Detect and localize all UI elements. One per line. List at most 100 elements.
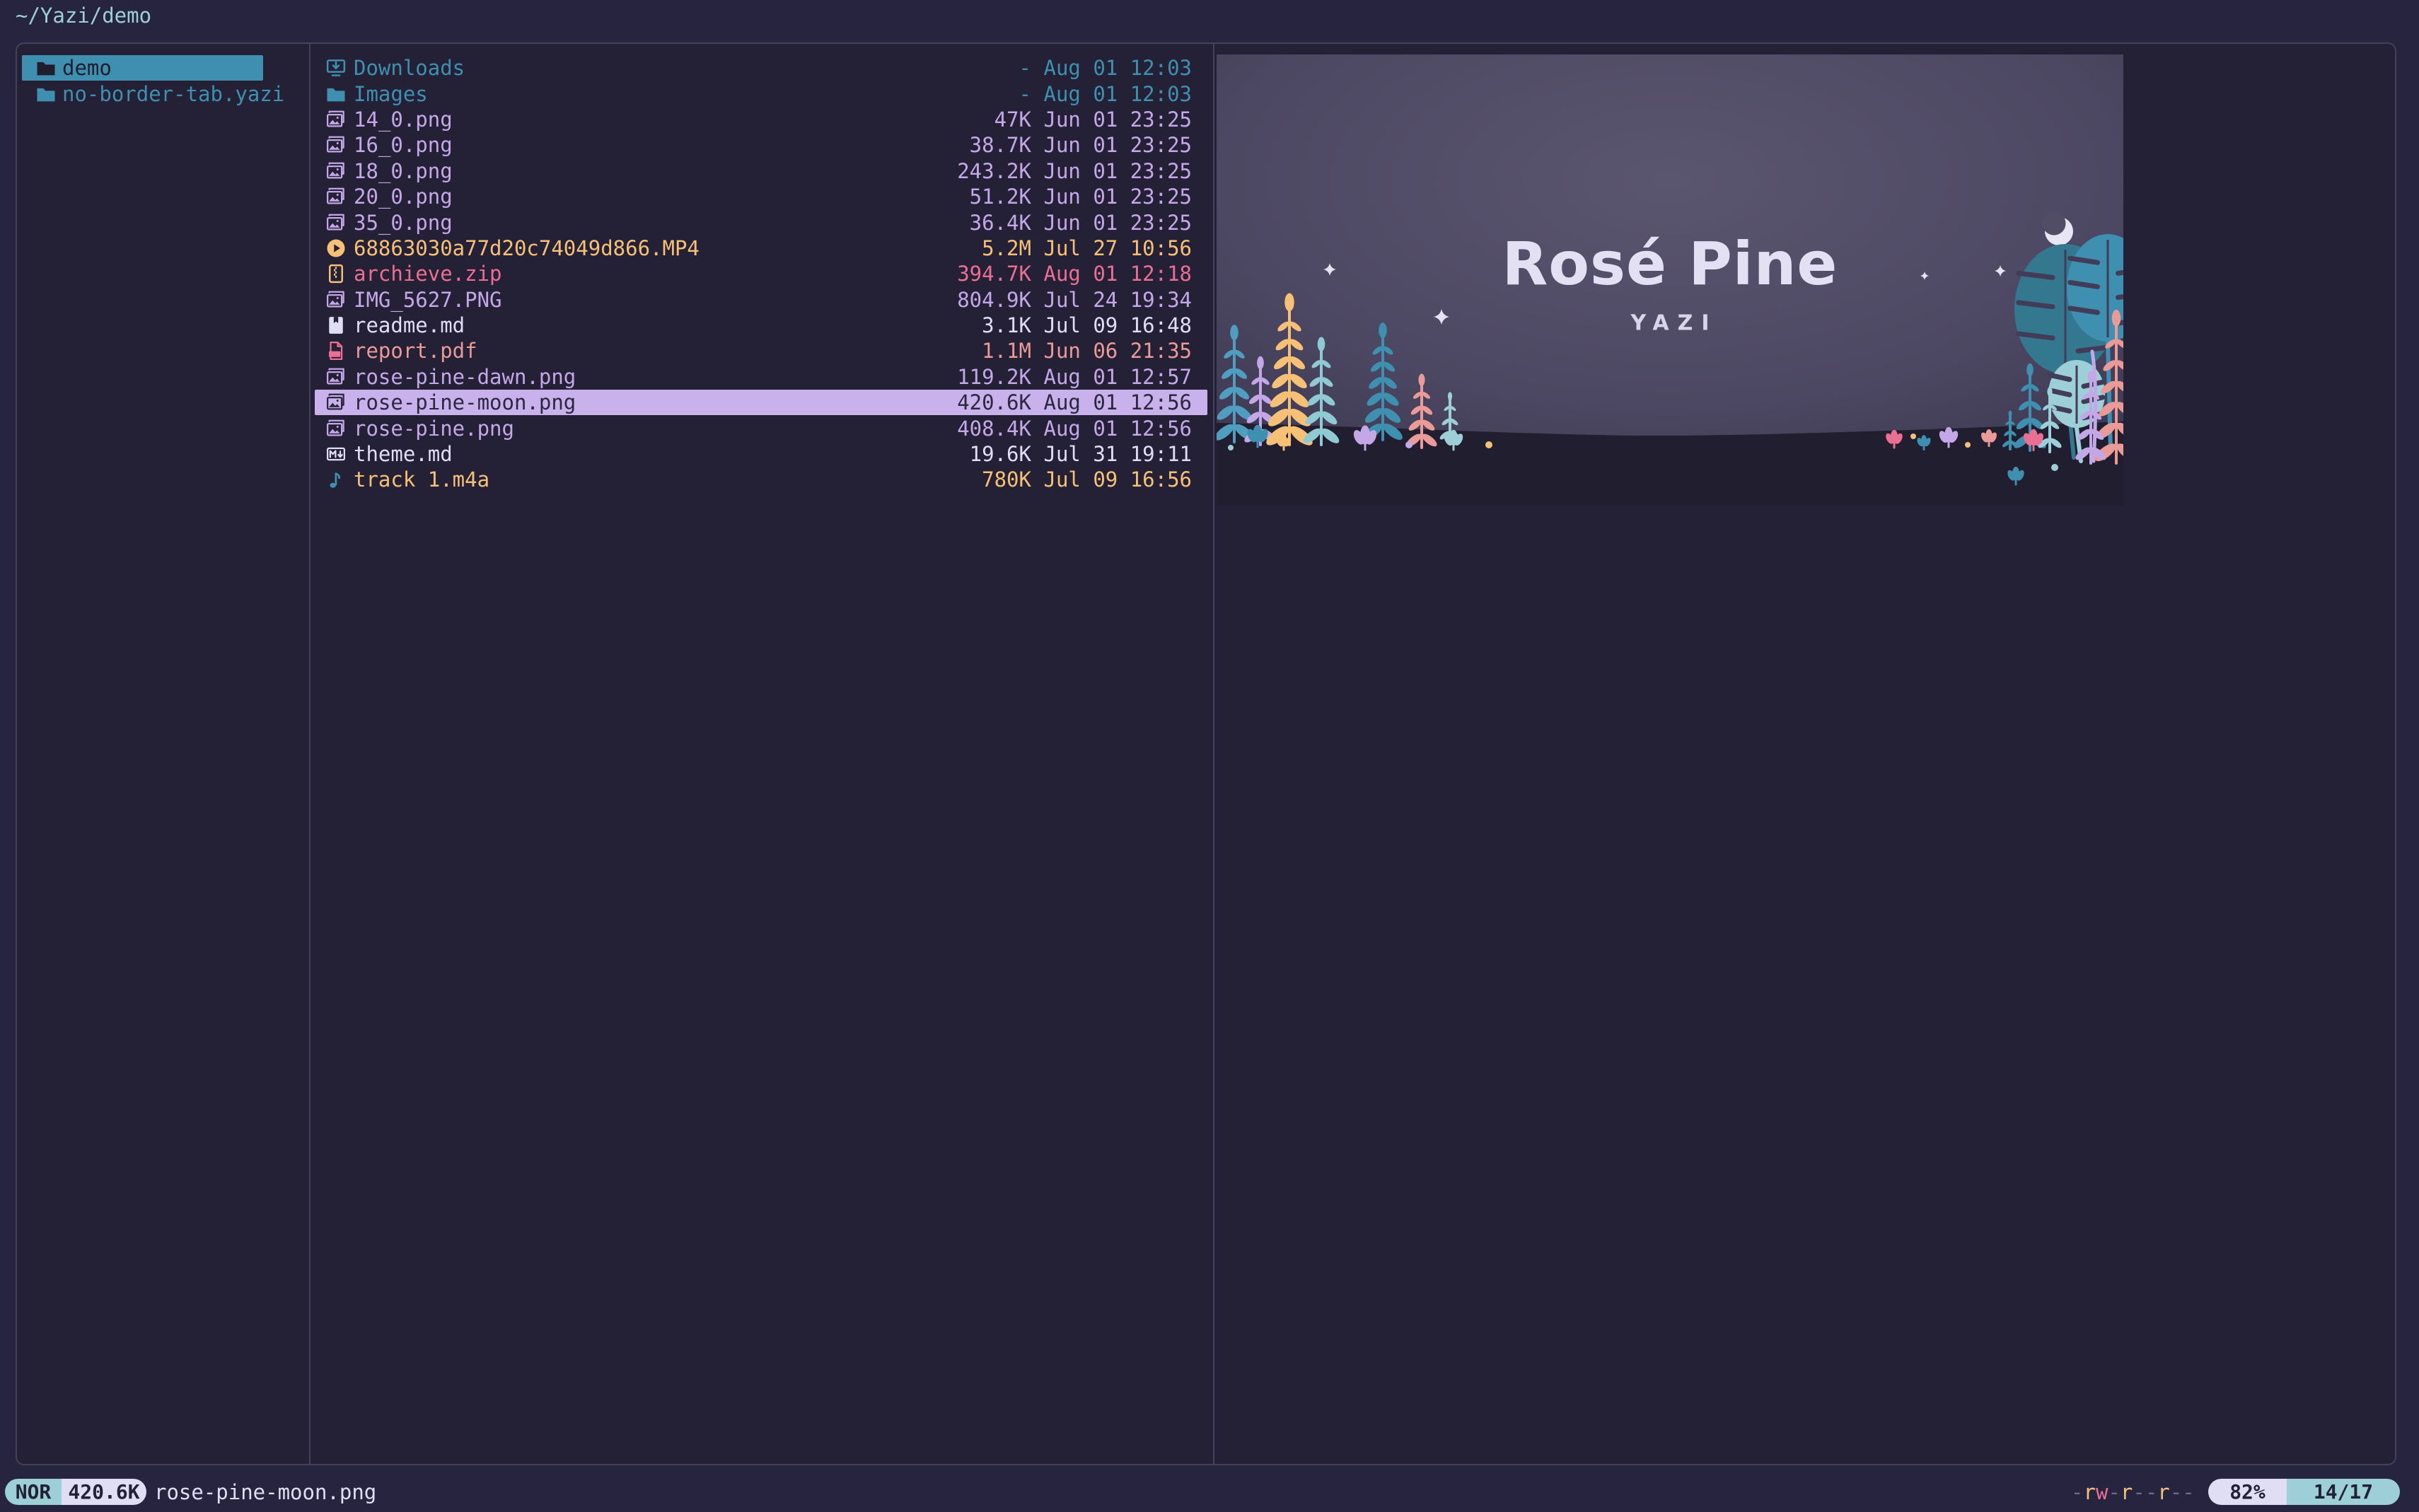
file-date: Aug 01 12:18 xyxy=(1043,262,1192,286)
file-size: 3.1K xyxy=(982,313,1031,337)
file-size: 1.1M xyxy=(982,339,1031,363)
folder-icon xyxy=(35,57,57,78)
file-name: rose-pine.png xyxy=(354,417,957,441)
file-name: rose-pine-moon.png xyxy=(354,390,957,414)
file-date: Jul 31 19:11 xyxy=(1043,442,1192,466)
file-date: Jun 01 23:25 xyxy=(1043,133,1192,157)
file-date: Jul 09 16:56 xyxy=(1043,467,1192,492)
file-date: Aug 01 12:56 xyxy=(1043,417,1192,441)
mode-pill: NOR 420.6K xyxy=(5,1479,146,1505)
file-name: 68863030a77d20c74049d866.MP4 xyxy=(354,236,982,260)
file-date: Jun 01 23:25 xyxy=(1043,185,1192,209)
file-name: IMG_5627.PNG xyxy=(354,288,957,312)
zip-icon xyxy=(325,263,347,284)
file-size: 47K xyxy=(994,107,1031,132)
file-date: Aug 01 12:03 xyxy=(1043,56,1192,80)
pane-divider xyxy=(1213,44,1214,1464)
image-icon xyxy=(325,418,347,439)
file-name: 18_0.png xyxy=(354,159,957,183)
file-row[interactable]: 18_0.png243.2KJun 01 23:25 xyxy=(315,158,1207,184)
folder-icon xyxy=(35,83,57,105)
file-row[interactable]: rose-pine.png408.4K Aug 01 12:56 xyxy=(315,415,1207,441)
file-name: 16_0.png xyxy=(354,133,970,157)
file-name: Images xyxy=(354,82,1019,106)
file-row[interactable]: 16_0.png38.7K Jun 01 23:25 xyxy=(315,132,1207,158)
file-row[interactable]: IMG_5627.PNG804.9K Jul 24 19:34 xyxy=(315,287,1207,313)
file-row[interactable]: Images-Aug 01 12:03 xyxy=(315,81,1207,106)
parent-dir-label: no-border-tab.yazi xyxy=(62,82,284,106)
file-name: rose-pine-dawn.png xyxy=(354,365,957,389)
file-name: 20_0.png xyxy=(354,185,970,209)
cursor-position: 14/17 xyxy=(2287,1479,2400,1505)
file-row[interactable]: 14_0.png47KJun 01 23:25 xyxy=(315,107,1207,132)
scroll-percent: 82% xyxy=(2208,1479,2287,1505)
file-date: Jun 06 21:35 xyxy=(1043,339,1192,363)
file-row[interactable]: readme.md3.1K Jul 09 16:48 xyxy=(315,313,1207,338)
file-size-indicator: 420.6K xyxy=(62,1479,146,1505)
panes-container: demono-border-tab.yazi Downloads-Aug 01 … xyxy=(16,42,2396,1465)
file-name: report.pdf xyxy=(354,339,982,363)
file-name: theme.md xyxy=(354,442,970,466)
parent-dir-row[interactable]: no-border-tab.yazi xyxy=(22,81,263,106)
breadcrumb: ~/Yazi/demo xyxy=(16,3,151,28)
file-size: 420.6K xyxy=(957,390,1031,414)
permissions: -rw-r--r-- xyxy=(2071,1479,2195,1505)
position-pill: 82% 14/17 xyxy=(2208,1479,2400,1505)
preview-title: Rosé Pine xyxy=(1217,229,2123,298)
mode-indicator: NOR xyxy=(5,1479,62,1505)
status-filename: rose-pine-moon.png xyxy=(154,1479,376,1505)
file-date: Jul 27 10:56 xyxy=(1043,236,1192,260)
folder-icon xyxy=(325,83,347,105)
file-size: - xyxy=(1019,56,1031,80)
file-row[interactable]: Downloads-Aug 01 12:03 xyxy=(315,55,1207,81)
status-bar: NOR 420.6K rose-pine-moon.png -rw-r--r--… xyxy=(0,1479,2419,1505)
file-row[interactable]: 68863030a77d20c74049d866.MP45.2M Jul 27 1… xyxy=(315,235,1207,261)
file-size: 119.2K xyxy=(957,365,1031,389)
image-icon xyxy=(325,134,347,156)
image-icon xyxy=(325,161,347,182)
file-name: Downloads xyxy=(354,56,1019,80)
file-row[interactable]: archieve.zip394.7K Aug 01 12:18 xyxy=(315,261,1207,286)
file-size: 780K xyxy=(982,467,1031,492)
file-size: 36.4K xyxy=(970,211,1031,235)
file-size: 5.2M xyxy=(982,236,1031,260)
file-row[interactable]: rose-pine-moon.png420.6K Aug 01 12:56 xyxy=(315,390,1207,415)
file-size: 804.9K xyxy=(957,288,1031,312)
image-icon xyxy=(325,289,347,310)
file-date: Aug 01 12:57 xyxy=(1043,365,1192,389)
image-preview: Rosé Pine YAZI xyxy=(1217,54,2123,506)
svg-text:PDF: PDF xyxy=(330,352,341,358)
download-icon xyxy=(325,57,347,78)
file-date: Aug 01 12:56 xyxy=(1043,390,1192,414)
parent-dir-row[interactable]: demo xyxy=(22,55,263,81)
file-name: 14_0.png xyxy=(354,107,994,132)
file-row[interactable]: 35_0.png36.4KJun 01 23:25 xyxy=(315,209,1207,235)
file-list-pane: Downloads-Aug 01 12:03Images-Aug 01 12:0… xyxy=(311,55,1213,493)
file-row[interactable]: 20_0.png51.2K Jun 01 23:25 xyxy=(315,184,1207,209)
parent-pane: demono-border-tab.yazi xyxy=(17,55,308,107)
file-name: readme.md xyxy=(354,313,982,337)
file-date: Jul 09 16:48 xyxy=(1043,313,1192,337)
file-size: 243.2K xyxy=(957,159,1031,183)
file-size: 51.2K xyxy=(970,185,1031,209)
music-icon xyxy=(325,469,347,490)
file-size: 394.7K xyxy=(957,262,1031,286)
parent-dir-label: demo xyxy=(62,56,112,80)
file-name: archieve.zip xyxy=(354,262,957,286)
file-row[interactable]: theme.md19.6KJul 31 19:11 xyxy=(315,441,1207,467)
image-icon xyxy=(325,212,347,233)
book-icon xyxy=(325,315,347,336)
file-size: 38.7K xyxy=(970,133,1031,157)
pdf-icon: PDF xyxy=(325,340,347,361)
file-size: 408.4K xyxy=(957,417,1031,441)
markdown-icon xyxy=(325,443,347,465)
file-row[interactable]: PDF report.pdf1.1M Jun 06 21:35 xyxy=(315,338,1207,364)
file-size: - xyxy=(1019,82,1031,106)
file-name: 35_0.png xyxy=(354,211,970,235)
file-row[interactable]: rose-pine-dawn.png119.2K Aug 01 12:57 xyxy=(315,364,1207,390)
file-row[interactable]: track 1.m4a780KJul 09 16:56 xyxy=(315,467,1207,492)
video-icon xyxy=(325,238,347,259)
image-icon xyxy=(325,366,347,388)
file-date: Jul 24 19:34 xyxy=(1043,288,1192,312)
image-icon xyxy=(325,392,347,413)
